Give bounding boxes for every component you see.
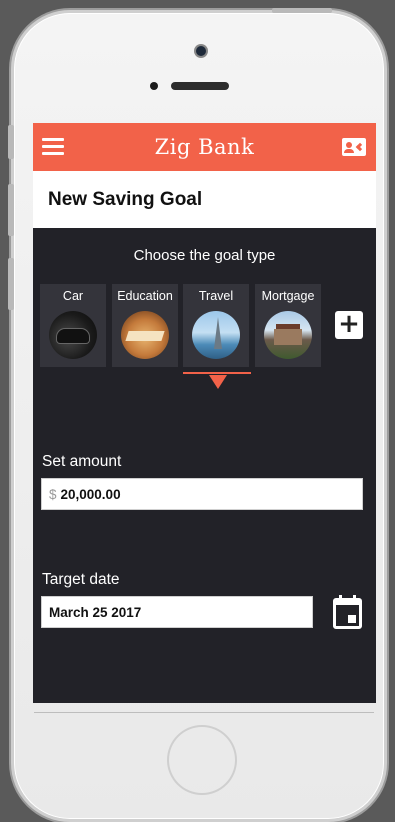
page-header: New Saving Goal [33, 171, 376, 228]
contact-card-icon[interactable] [342, 138, 366, 156]
amount-label: Set amount [42, 453, 122, 470]
app-screen: Zig Bank New Saving Goal Choose the goal… [33, 123, 376, 703]
goal-type-label: Mortgage [261, 289, 315, 303]
hamburger-menu-icon[interactable] [42, 138, 64, 156]
amount-input[interactable]: $ 20,000.00 [41, 478, 363, 510]
page-title: New Saving Goal [48, 188, 203, 210]
earpiece-speaker [171, 82, 229, 90]
books-photo [121, 311, 169, 359]
volume-up-button [8, 184, 14, 236]
plus-icon: + [338, 309, 360, 339]
goal-type-label: Travel [198, 289, 234, 303]
calendar-icon[interactable] [333, 595, 362, 629]
target-date-label: Target date [42, 571, 120, 588]
mute-switch [8, 125, 14, 159]
amount-value: 20,000.00 [60, 486, 121, 502]
target-date-value: March 25 2017 [49, 604, 142, 620]
goal-type-label: Education [117, 289, 173, 303]
goal-type-mortgage[interactable]: Mortgage [255, 284, 321, 367]
goal-type-car[interactable]: Car [40, 284, 106, 367]
goal-type-education[interactable]: Education [112, 284, 178, 367]
goal-section-title: Choose the goal type [133, 247, 276, 264]
app-bar: Zig Bank [33, 123, 376, 171]
proximity-sensor [196, 46, 206, 56]
home-button[interactable] [167, 725, 237, 795]
currency-symbol: $ [49, 486, 57, 502]
app-title: Zig Bank [154, 135, 255, 159]
target-date-input[interactable]: March 25 2017 [41, 596, 313, 628]
goal-type-selector: Car Education Travel Mortgage [40, 284, 370, 404]
selected-pointer-icon [209, 375, 227, 389]
travel-landmarks-photo [192, 311, 240, 359]
volume-down-button [8, 258, 14, 310]
house-photo [264, 311, 312, 359]
screen-bottom-line [34, 712, 374, 713]
front-camera [150, 82, 158, 90]
power-button [272, 8, 332, 13]
add-goal-type-button[interactable]: + [335, 311, 363, 339]
car-photo [49, 311, 97, 359]
selected-underline [183, 372, 251, 374]
goal-type-travel[interactable]: Travel [183, 284, 251, 389]
goal-type-label: Car [62, 289, 84, 303]
